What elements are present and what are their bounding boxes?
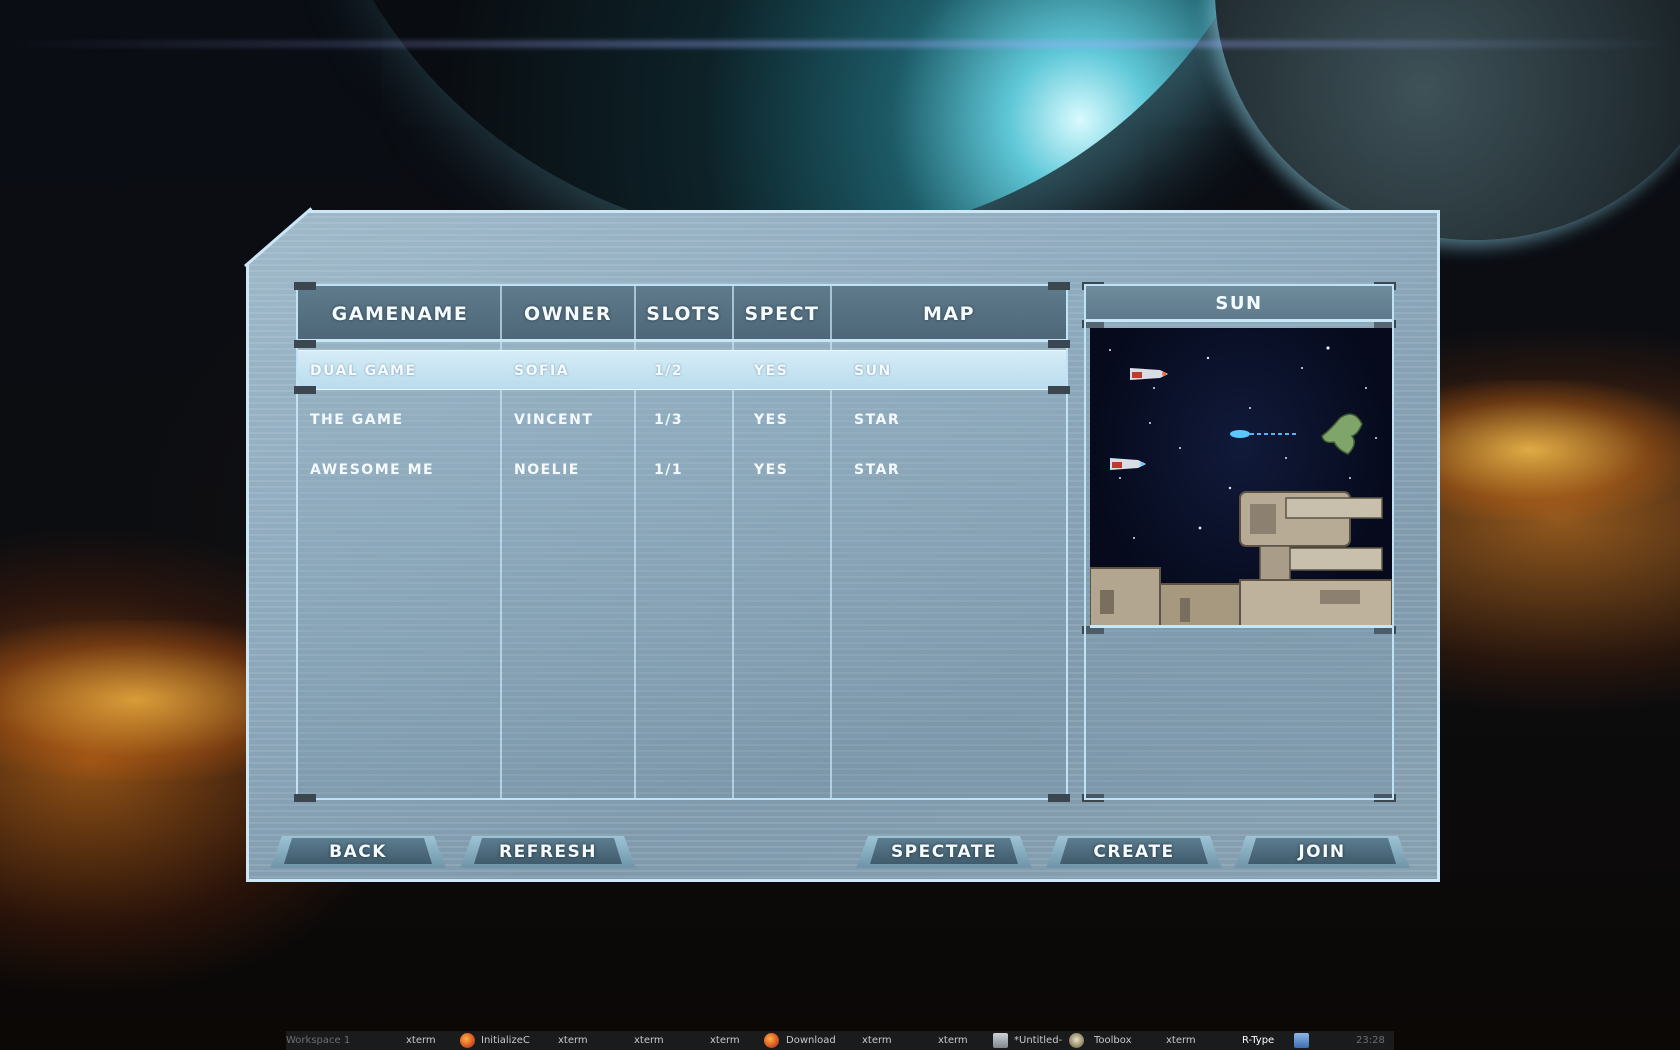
cell-gamename: DUAL GAME — [310, 363, 417, 379]
workspace-label[interactable]: Workspace 1 — [286, 1031, 350, 1050]
frame-corner — [294, 794, 316, 802]
table-row[interactable]: THE GAME VINCENT 1/3 YES STAR — [298, 400, 1066, 440]
cell-slots: 1/2 — [654, 363, 684, 379]
cell-slots: 1/1 — [654, 462, 684, 478]
taskbar-item[interactable]: Toolbox — [1094, 1031, 1132, 1050]
frame-corner — [1048, 340, 1070, 348]
taskbar-item[interactable]: xterm — [406, 1031, 436, 1050]
firefox-icon — [764, 1033, 779, 1048]
frame-corner — [1048, 282, 1070, 290]
alien-enemy-icon — [1321, 413, 1363, 455]
map-title: SUN — [1215, 293, 1263, 314]
cell-map: SUN — [854, 363, 892, 379]
refresh-button-label: REFRESH — [499, 842, 597, 862]
cell-spect: YES — [754, 412, 789, 428]
cell-spect: YES — [754, 363, 789, 379]
taskbar: Workspace 1 xterm InitializeC xterm xter… — [286, 1031, 1394, 1050]
cell-spect: YES — [754, 462, 789, 478]
spectate-button[interactable]: SPECTATE — [856, 836, 1032, 868]
frame-corner — [294, 282, 316, 290]
firefox-icon — [460, 1033, 475, 1048]
back-button[interactable]: BACK — [270, 836, 446, 868]
spectate-button-label: SPECTATE — [890, 842, 998, 862]
taskbar-item[interactable]: *Untitled- — [1014, 1031, 1062, 1050]
column-header-map[interactable]: MAP — [832, 300, 1066, 328]
column-header-spect[interactable]: SPECT — [734, 300, 830, 328]
frame-corner — [294, 386, 316, 394]
taskbar-item[interactable]: xterm — [862, 1031, 892, 1050]
cell-gamename: AWESOME ME — [310, 462, 435, 478]
taskbar-item[interactable]: xterm — [558, 1031, 588, 1050]
cell-map: STAR — [854, 412, 901, 428]
create-button-label: CREATE — [1093, 842, 1175, 862]
laser-beam-icon — [1230, 430, 1296, 438]
sun-glow-left — [0, 620, 280, 780]
table-row[interactable]: DUAL GAME SOFIA 1/2 YES SUN — [298, 350, 1066, 390]
player-ship-icon — [1130, 368, 1168, 380]
taskbar-item-active[interactable]: R-Type — [1242, 1031, 1274, 1050]
cell-owner: NOELIE — [514, 462, 580, 478]
nebula-streak — [0, 40, 1680, 48]
back-button-label: BACK — [329, 842, 387, 862]
column-header-gamename[interactable]: GAMENAME — [300, 300, 500, 328]
join-button[interactable]: JOIN — [1234, 836, 1410, 868]
taskbar-item[interactable]: xterm — [634, 1031, 664, 1050]
gimp-icon — [1069, 1033, 1084, 1048]
map-preview-art — [1090, 346, 1392, 625]
game-icon — [1294, 1033, 1309, 1048]
taskbar-item[interactable]: InitializeC — [481, 1031, 530, 1050]
create-button[interactable]: CREATE — [1046, 836, 1222, 868]
taskbar-item[interactable]: xterm — [938, 1031, 968, 1050]
refresh-button[interactable]: REFRESH — [460, 836, 636, 868]
taskbar-item[interactable]: xterm — [1166, 1031, 1196, 1050]
cell-gamename: THE GAME — [310, 412, 404, 428]
cell-map: STAR — [854, 462, 901, 478]
join-button-label: JOIN — [1298, 842, 1346, 862]
mechanical-terrain — [1090, 491, 1392, 625]
ally-ship-icon — [1110, 458, 1146, 470]
taskbar-item[interactable]: Download — [786, 1031, 836, 1050]
column-header-owner[interactable]: OWNER — [502, 300, 634, 328]
frame-corner — [1048, 386, 1070, 394]
frame-corner — [294, 340, 316, 348]
frame-corner — [1048, 794, 1070, 802]
cell-owner: VINCENT — [514, 412, 594, 428]
cell-slots: 1/3 — [654, 412, 684, 428]
cell-owner: SOFIA — [514, 363, 570, 379]
column-header-slots[interactable]: SLOTS — [636, 300, 732, 328]
taskbar-clock: 23:28 — [1356, 1035, 1385, 1046]
gimp-icon — [993, 1033, 1008, 1048]
taskbar-item[interactable]: xterm — [710, 1031, 740, 1050]
map-preview-image — [1090, 328, 1392, 628]
table-row[interactable]: AWESOME ME NOELIE 1/1 YES STAR — [298, 450, 1066, 490]
